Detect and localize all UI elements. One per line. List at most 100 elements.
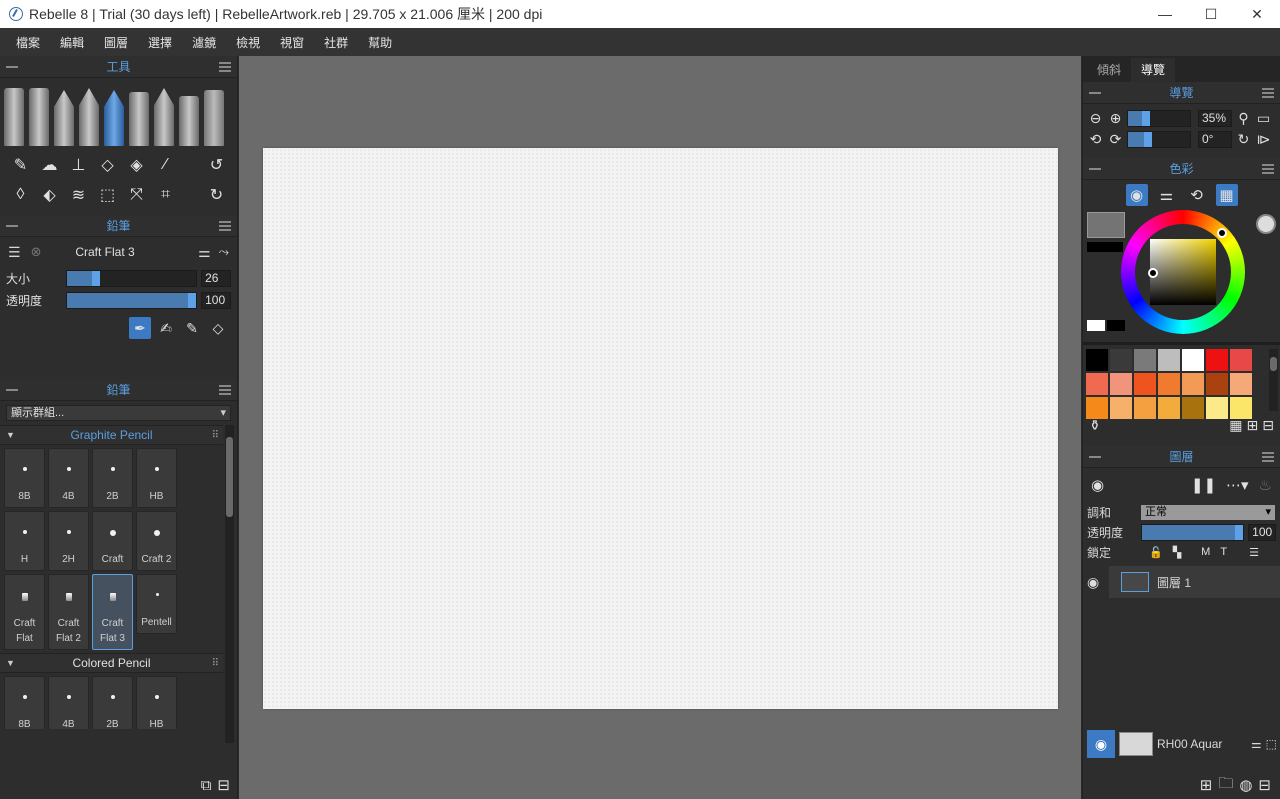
menu-icon[interactable] xyxy=(1262,164,1274,174)
palette-swatch[interactable] xyxy=(1086,373,1108,395)
scrollbar-thumb[interactable] xyxy=(1270,357,1277,371)
group-header-graphite[interactable]: ▼ Graphite Pencil ⠿ xyxy=(0,425,223,445)
palette-swatch[interactable] xyxy=(1158,397,1180,419)
paper-canvas[interactable] xyxy=(263,148,1058,709)
canvas-area[interactable] xyxy=(239,56,1081,799)
preset-tile[interactable]: Craft Flat xyxy=(4,574,45,650)
color-palette-tab-icon[interactable]: ▦ xyxy=(1215,184,1238,206)
previous-color-swatch[interactable] xyxy=(1087,242,1123,252)
fountain-pen-icon[interactable] xyxy=(79,88,99,146)
preset-tile[interactable]: Craft Flat 2 xyxy=(48,574,89,650)
marker-icon[interactable] xyxy=(154,88,174,146)
palette-swatch[interactable] xyxy=(1134,397,1156,419)
add-color-icon[interactable]: ⊞ xyxy=(1247,417,1259,434)
acrylic-brush-icon[interactable] xyxy=(29,88,49,146)
lock-mask[interactable]: M xyxy=(1201,546,1210,559)
collapse-icon[interactable] xyxy=(1089,456,1101,458)
menu-layer[interactable]: 圖層 xyxy=(94,34,138,51)
group-filter-dropdown[interactable]: 顯示群組... xyxy=(6,405,231,421)
lock-texture[interactable]: T xyxy=(1220,546,1227,559)
lock-layer-icon[interactable]: 🔓 xyxy=(1149,546,1163,559)
preset-tile[interactable]: 2B xyxy=(92,448,133,508)
color-wheel-tab-icon[interactable]: ◉ xyxy=(1125,184,1148,206)
dry-layer-icon[interactable]: ♨ xyxy=(1259,476,1272,494)
menu-filter[interactable]: 濾鏡 xyxy=(182,34,226,51)
merge-layer-icon[interactable]: ◍ xyxy=(1239,776,1252,794)
palette-swatch[interactable] xyxy=(1230,373,1252,395)
stamp-tool-icon[interactable]: ⊥ xyxy=(64,155,93,175)
blend-mode-select[interactable]: 正常 xyxy=(1141,504,1275,520)
palette-swatch[interactable] xyxy=(1230,349,1252,371)
menu-icon[interactable] xyxy=(1262,88,1274,98)
preset-tile[interactable]: Craft 2 xyxy=(136,511,177,571)
maximize-button[interactable]: ☐ xyxy=(1188,0,1234,28)
scrollbar-thumb[interactable] xyxy=(226,437,233,517)
current-color-swatch[interactable] xyxy=(1087,212,1125,238)
palette-swatch[interactable] xyxy=(1182,373,1204,395)
saturation-value-square[interactable] xyxy=(1150,239,1216,305)
menu-file[interactable]: 檔案 xyxy=(6,34,50,51)
crop-tool-icon[interactable]: ⌗ xyxy=(151,186,180,204)
menu-help[interactable]: 幫助 xyxy=(358,34,402,51)
hue-marker[interactable] xyxy=(1217,228,1227,238)
brush-settings-icon[interactable]: ⚌ xyxy=(198,244,211,261)
visualize-wet-icon[interactable]: ◉ xyxy=(1091,476,1104,494)
preset-tile[interactable]: HB xyxy=(136,448,177,508)
palette-swatch[interactable] xyxy=(1206,373,1228,395)
airbrush-icon[interactable] xyxy=(179,96,199,146)
preset-tile[interactable]: 4B xyxy=(48,676,89,729)
size-slider[interactable] xyxy=(65,269,198,287)
palette-swatch[interactable] xyxy=(1086,349,1108,371)
zoom-fit-icon[interactable]: ⚲ xyxy=(1235,110,1252,127)
collapse-icon[interactable] xyxy=(6,66,18,68)
paper-select-icon[interactable]: ⬚ xyxy=(1266,737,1277,751)
color-mix-icon[interactable] xyxy=(1256,214,1276,234)
collapse-icon[interactable] xyxy=(6,225,18,227)
duplicate-preset-icon[interactable]: ⧉ xyxy=(201,777,212,794)
zoom-out-icon[interactable]: ⊖ xyxy=(1087,110,1104,127)
close-button[interactable]: ✕ xyxy=(1234,0,1280,28)
color-marker[interactable] xyxy=(1148,268,1158,278)
expand-icon[interactable]: ▼ xyxy=(6,658,15,668)
tab-navigator[interactable]: 導覽 xyxy=(1131,58,1176,82)
paper-thumbnail[interactable] xyxy=(1119,732,1153,756)
ink-pen-icon[interactable] xyxy=(54,90,74,146)
transform-tool-icon[interactable]: ⤧ xyxy=(122,186,151,204)
palette-grid-icon[interactable]: ▦ xyxy=(1229,417,1242,434)
palette-swatch[interactable] xyxy=(1110,349,1132,371)
color-history-tab-icon[interactable]: ⟲ xyxy=(1186,184,1208,206)
preset-tile[interactable]: 8B xyxy=(4,448,45,508)
color-picker-icon[interactable]: ⚱ xyxy=(1089,417,1101,434)
preset-tile[interactable]: 2B xyxy=(92,676,133,729)
rotation-value[interactable]: 0° xyxy=(1198,131,1232,148)
pencil-mode-icon[interactable]: ✎ xyxy=(181,317,203,339)
layer-item[interactable]: ◉ 圖層 1 xyxy=(1087,566,1280,598)
white-swatch[interactable] xyxy=(1087,320,1105,331)
menu-view[interactable]: 檢視 xyxy=(226,34,270,51)
preset-tile[interactable]: 4B xyxy=(48,448,89,508)
expand-icon[interactable]: ▼ xyxy=(6,430,15,440)
layer-opacity-slider[interactable] xyxy=(1140,523,1245,541)
preset-tile[interactable]: Craft xyxy=(92,511,133,571)
undo-icon[interactable]: ↺ xyxy=(202,155,231,175)
palette-swatch[interactable] xyxy=(1086,397,1108,419)
palette-swatch[interactable] xyxy=(1230,397,1252,419)
menu-icon[interactable] xyxy=(219,221,231,231)
tab-tilt[interactable]: 傾斜 xyxy=(1087,58,1131,82)
preset-tile-selected[interactable]: Craft Flat 3 xyxy=(92,574,133,650)
opacity-slider[interactable] xyxy=(65,291,198,309)
hue-wheel[interactable] xyxy=(1121,210,1245,334)
drag-handle-icon[interactable]: ⠿ xyxy=(212,430,219,441)
palette-swatch[interactable] xyxy=(1134,373,1156,395)
palette-swatch[interactable] xyxy=(1158,373,1180,395)
stencil-tool-icon[interactable]: ⬖ xyxy=(35,185,64,205)
preset-tile[interactable]: 2H xyxy=(48,511,89,571)
zoom-slider-handle[interactable] xyxy=(1141,111,1150,126)
palette-swatch[interactable] xyxy=(1206,397,1228,419)
presets-scrollbar[interactable] xyxy=(225,425,234,743)
eraser-tool-icon[interactable]: ◇ xyxy=(93,155,122,175)
lock-transparency-icon[interactable]: ▚ xyxy=(1173,546,1181,559)
watercolor-brush-icon[interactable] xyxy=(4,88,24,146)
reset-rotation-icon[interactable]: ↻ xyxy=(1235,131,1252,148)
fit-screen-icon[interactable]: ▭ xyxy=(1255,110,1272,127)
